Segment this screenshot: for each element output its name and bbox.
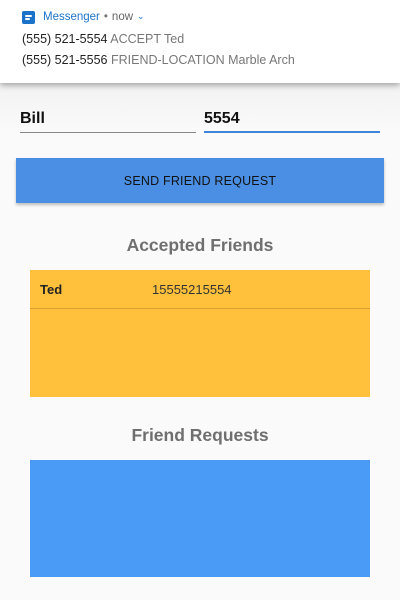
notification-sender: (555) 521-5554 bbox=[22, 32, 108, 46]
friend-phone: 15555215554 bbox=[152, 281, 232, 297]
friend-requests-heading: Friend Requests bbox=[131, 425, 269, 445]
notification-message: ACCEPT Ted bbox=[110, 32, 185, 46]
notification-header: Messenger • now ⌄ bbox=[22, 8, 378, 26]
app-screen: Messenger • now ⌄ (555) 521-5554 ACCEPT … bbox=[0, 0, 400, 600]
notification-line: (555) 521-5556 FRIEND-LOCATION Marble Ar… bbox=[22, 50, 378, 71]
notification-line: (555) 521-5554 ACCEPT Ted bbox=[22, 29, 378, 50]
friend-name: Ted bbox=[40, 281, 63, 297]
notification-sender: (555) 521-5556 bbox=[22, 53, 108, 67]
notification-separator: • bbox=[103, 11, 108, 23]
send-friend-request-button[interactable]: SEND FRIEND REQUEST bbox=[16, 158, 384, 203]
notification-card[interactable]: Messenger • now ⌄ (555) 521-5554 ACCEPT … bbox=[0, 0, 400, 83]
friend-row[interactable]: Ted 15555215554 bbox=[30, 270, 370, 309]
accepted-friends-heading: Accepted Friends bbox=[126, 235, 274, 255]
chevron-down-icon[interactable]: ⌄ bbox=[137, 11, 145, 22]
accepted-friends-list[interactable]: Ted 15555215554 bbox=[30, 270, 370, 397]
notification-app-name: Messenger bbox=[43, 11, 100, 23]
friend-requests-list[interactable] bbox=[30, 460, 370, 577]
message-app-icon bbox=[22, 10, 35, 24]
name-input[interactable]: Bill bbox=[20, 106, 196, 133]
notification-time: now bbox=[111, 11, 134, 23]
phone-input[interactable]: 5554 bbox=[204, 106, 380, 133]
notification-message: FRIEND-LOCATION Marble Arch bbox=[110, 53, 295, 67]
